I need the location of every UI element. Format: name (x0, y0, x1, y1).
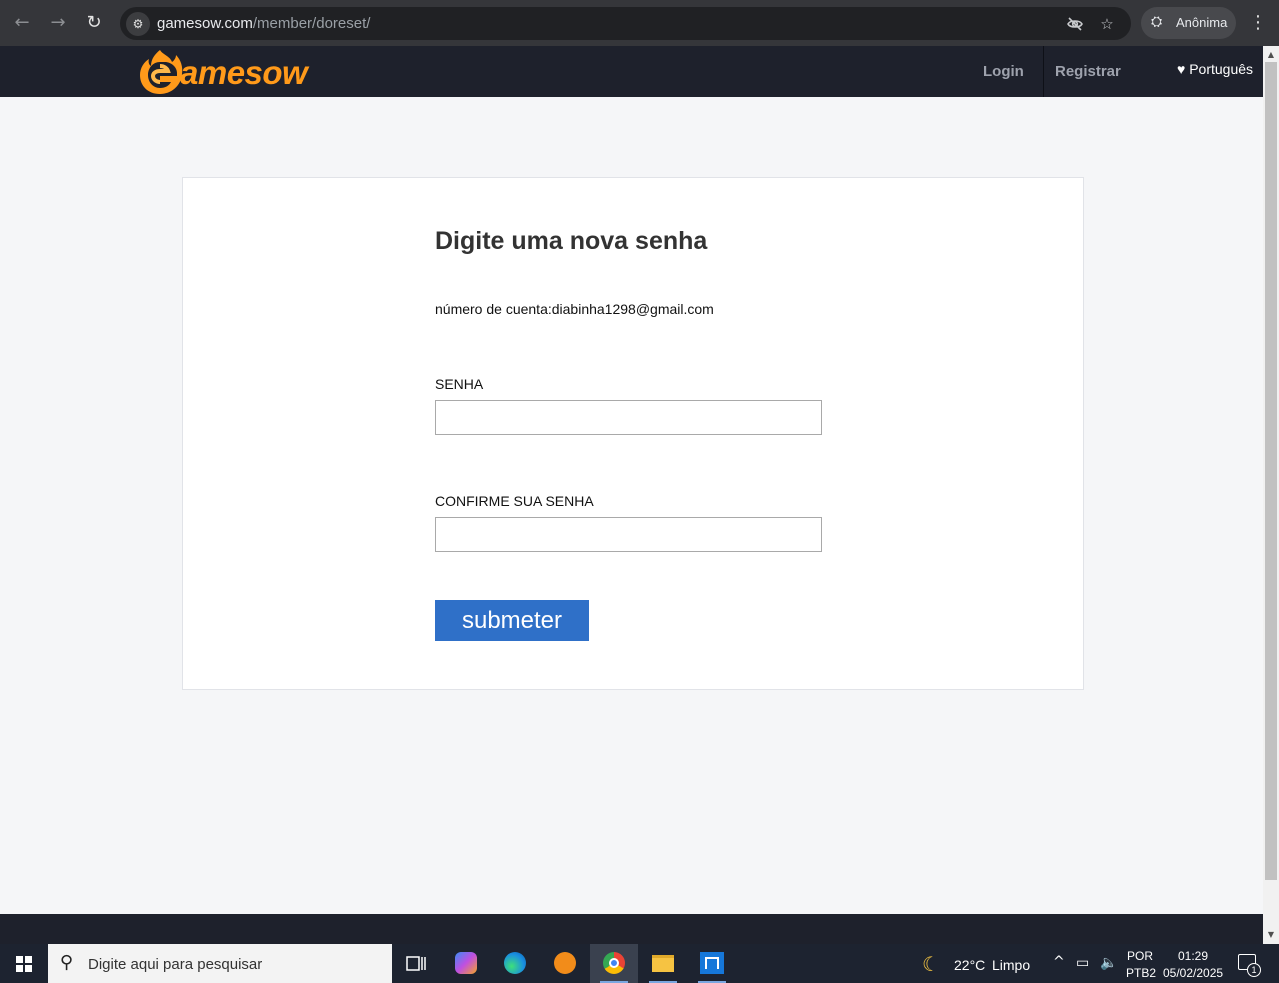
clock-date[interactable]: 05/02/2025 (1163, 966, 1223, 980)
reload-icon[interactable]: ↻ (82, 11, 106, 35)
task-view-icon[interactable] (392, 944, 440, 983)
show-hidden-icons-chevron-icon[interactable]: ^ (1053, 954, 1065, 970)
forward-arrow-icon[interactable]: → (46, 11, 70, 35)
incognito-profile-button[interactable]: ⛭ Anônima (1141, 7, 1236, 39)
reset-password-card: Digite uma nova senha número de cuenta:d… (182, 177, 1084, 690)
back-arrow-icon[interactable]: ← (10, 11, 34, 35)
site-header: amesow Login Registrar ♥ Português (0, 46, 1263, 97)
remote-app-icon[interactable] (688, 944, 736, 983)
url-text[interactable]: gamesow.com/member/doreset/ (157, 15, 370, 32)
browser-menu-icon[interactable]: ⋮ (1248, 11, 1268, 35)
weather-temp[interactable]: 22°C (954, 957, 985, 973)
incognito-icon: ⛭ (1151, 14, 1163, 30)
logo-text: amesow (180, 54, 308, 91)
windows-taskbar: ⚲ Digite aqui para pesquisar ☾ 22°C Limp… (0, 944, 1279, 983)
url-path: /member/doreset/ (252, 15, 371, 32)
scroll-up-arrow-icon[interactable]: ▲ (1263, 48, 1279, 62)
language-selector[interactable]: ♥ Português (1177, 61, 1253, 77)
header-divider (1043, 46, 1044, 97)
browser-toolbar: ← → ↻ ⚙ gamesow.com/member/doreset/ ☆ ⛭ … (0, 0, 1279, 46)
address-bar[interactable]: ⚙ gamesow.com/member/doreset/ ☆ (120, 7, 1131, 40)
scroll-down-arrow-icon[interactable]: ▼ (1263, 928, 1279, 942)
account-info: número de cuenta:diabinha1298@gmail.com (435, 301, 714, 317)
windows-logo-icon (16, 956, 32, 972)
submit-button[interactable]: submeter (435, 600, 589, 641)
search-placeholder: Digite aqui para pesquisar (88, 956, 263, 973)
vpn-shield-icon[interactable] (541, 944, 589, 983)
taskbar-search-box[interactable]: ⚲ Digite aqui para pesquisar (48, 944, 392, 983)
bookmark-star-icon[interactable]: ☆ (1095, 12, 1119, 36)
search-icon: ⚲ (60, 952, 74, 973)
network-icon[interactable]: ▭ (1076, 955, 1089, 971)
copilot-icon[interactable] (442, 944, 490, 983)
site-footer (0, 914, 1263, 944)
password-input[interactable] (435, 400, 822, 435)
flame-g-icon (140, 50, 183, 94)
login-link[interactable]: Login (983, 46, 1024, 97)
file-explorer-icon[interactable] (639, 944, 687, 983)
moon-weather-icon: ☾ (922, 952, 940, 976)
notification-count-badge: 1 (1247, 963, 1261, 977)
edge-browser-icon[interactable] (491, 944, 539, 983)
scroll-thumb[interactable] (1265, 62, 1277, 880)
start-button[interactable] (0, 944, 48, 983)
weather-desc[interactable]: Limpo (992, 957, 1030, 973)
page-scrollbar[interactable]: ▲ ▼ (1263, 46, 1279, 944)
password-label: SENHA (435, 376, 484, 392)
input-language-line2[interactable]: PTB2 (1126, 966, 1156, 980)
confirm-password-label: CONFIRME SUA SENHA (435, 493, 594, 509)
gamesow-logo[interactable]: amesow (138, 48, 328, 96)
confirm-password-input[interactable] (435, 517, 822, 552)
profile-label: Anônima (1176, 15, 1228, 30)
site-info-icon[interactable]: ⚙ (126, 12, 150, 36)
page-title: Digite uma nova senha (435, 227, 708, 255)
register-link[interactable]: Registrar (1055, 46, 1121, 97)
url-host: gamesow.com (157, 15, 253, 32)
input-language-line1[interactable]: POR (1127, 949, 1153, 963)
chrome-browser-icon[interactable] (590, 944, 638, 983)
volume-icon[interactable]: 🔈 (1100, 955, 1117, 971)
clock-time[interactable]: 01:29 (1178, 949, 1208, 963)
eye-slash-icon[interactable] (1063, 12, 1087, 36)
